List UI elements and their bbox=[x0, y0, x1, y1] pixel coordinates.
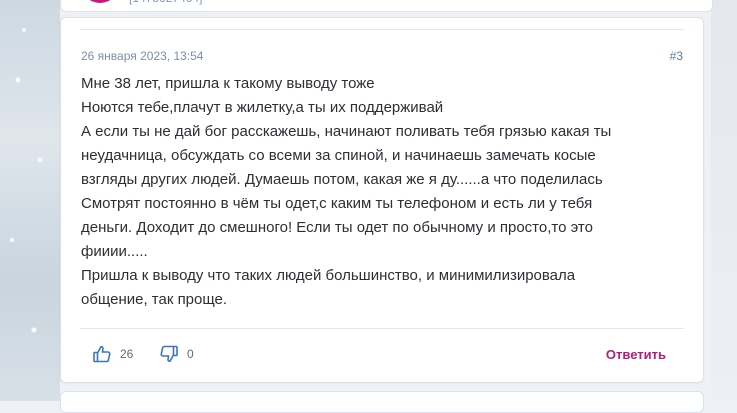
thumbs-up-icon bbox=[92, 344, 112, 364]
author-id: [1475627464] bbox=[129, 0, 202, 5]
previous-comment-card: [1475627464] bbox=[60, 0, 713, 12]
comment-date: 26 января 2023, 13:54 bbox=[81, 49, 204, 63]
comment-line: взгляды других людей. Думаешь потом, как… bbox=[81, 171, 603, 188]
thumbs-down-icon bbox=[159, 344, 179, 364]
page-background-right bbox=[711, 0, 737, 401]
comment-line: Мне 38 лет, пришла к такому выводу тоже bbox=[81, 75, 375, 92]
divider bbox=[80, 29, 684, 30]
comment-line: Смотрят постоянно в чём ты одет,с каким … bbox=[81, 195, 593, 212]
like-count: 26 bbox=[120, 347, 134, 361]
comment-body: Мне 38 лет, пришла к такому выводу тоже … bbox=[81, 72, 681, 312]
dislike-button[interactable]: 0 bbox=[159, 344, 194, 364]
dislike-count: 0 bbox=[187, 347, 194, 361]
comment-line: общение, так проще. bbox=[81, 291, 228, 308]
like-button[interactable]: 26 bbox=[92, 344, 133, 364]
comment-line: А если ты не дай бог расскажешь, начинаю… bbox=[81, 123, 612, 140]
comment-line: фииии..... bbox=[81, 243, 148, 260]
comment-line: Пришла к выводу что таких людей большинс… bbox=[81, 267, 576, 284]
comment-line: неудачница, обсуждать со всеми за спиной… bbox=[81, 147, 596, 164]
next-comment-card bbox=[60, 391, 704, 413]
reply-button[interactable]: Ответить bbox=[606, 347, 666, 362]
comment-number-link[interactable]: #3 bbox=[670, 49, 683, 63]
avatar[interactable] bbox=[81, 0, 119, 3]
comment-line: деньги. Доходит до смешного! Если ты оде… bbox=[81, 219, 593, 236]
page-background-left bbox=[0, 0, 60, 401]
comment-line: Ноются тебе,плачут в жилетку,а ты их под… bbox=[81, 99, 444, 116]
divider bbox=[80, 328, 684, 329]
comment-card: 26 января 2023, 13:54 #3 Мне 38 лет, при… bbox=[60, 17, 704, 383]
